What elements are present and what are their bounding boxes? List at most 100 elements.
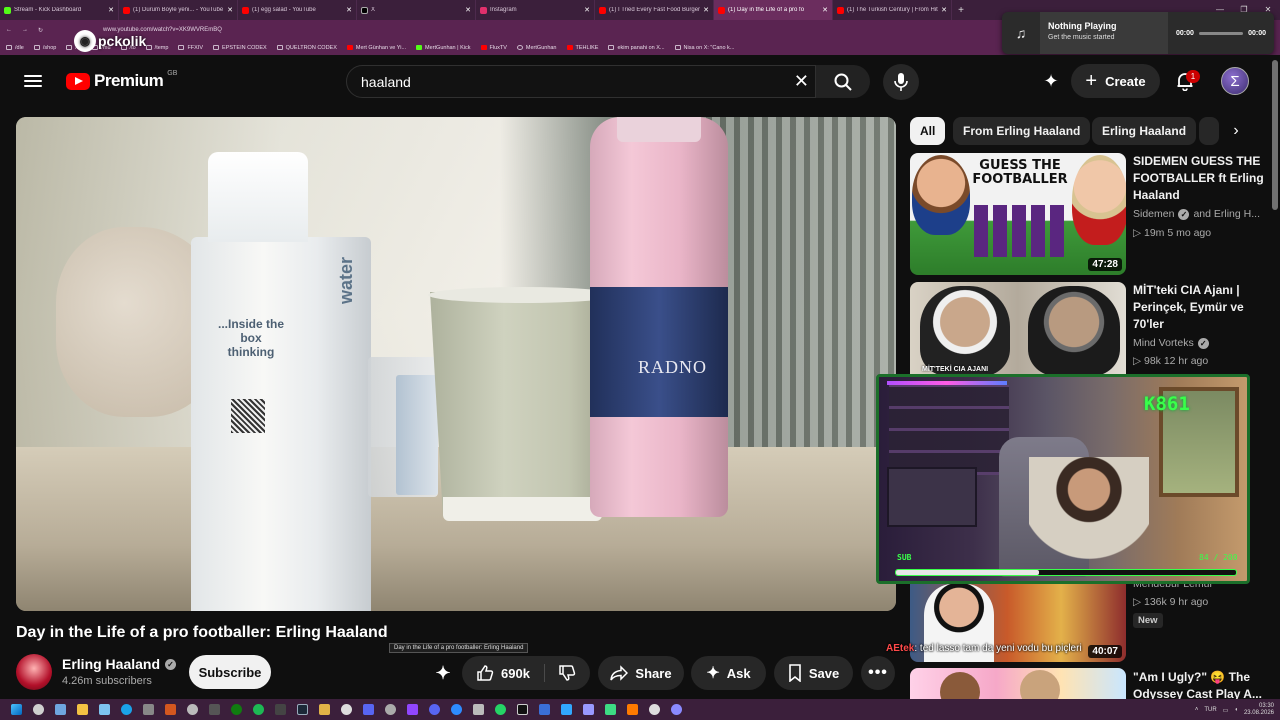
ask-sparkle-button[interactable]: ✦ xyxy=(1036,66,1066,96)
share-button[interactable]: Share xyxy=(598,656,684,690)
spotify-icon[interactable] xyxy=(253,704,264,715)
app-icon[interactable] xyxy=(473,704,484,715)
video-thumbnail[interactable]: GUESS THE FOOTBALLER 47:28 xyxy=(910,153,1126,275)
browser-tab[interactable]: (1) The Turkish Century | From Hit ✕ xyxy=(833,0,952,20)
like-button[interactable]: 690k xyxy=(476,664,545,682)
app-icon[interactable] xyxy=(517,704,528,715)
app-icon[interactable] xyxy=(627,704,638,715)
app-icon[interactable] xyxy=(429,704,440,715)
browser-tab[interactable]: X ✕ xyxy=(357,0,476,20)
chip-partial[interactable] xyxy=(1199,117,1219,145)
close-tab-icon[interactable]: ✕ xyxy=(941,6,947,14)
chip-all[interactable]: All xyxy=(910,117,946,145)
channel-name[interactable]: Erling Haaland ✓ xyxy=(62,656,177,672)
bookmark-item[interactable]: FluxTV xyxy=(480,45,507,51)
youtube-premium-logo[interactable]: Premium GB xyxy=(66,70,177,91)
chips-next-icon[interactable]: › xyxy=(1222,117,1250,145)
app-icon[interactable] xyxy=(341,704,352,715)
close-tab-icon[interactable]: ✕ xyxy=(465,6,471,14)
bookmark-item[interactable]: MertGunhan xyxy=(516,45,557,51)
premiere-icon[interactable] xyxy=(583,704,594,715)
close-tab-icon[interactable]: ✕ xyxy=(822,6,828,14)
suggested-video[interactable]: "Am I Ugly?" 😝 The Odyssey Cast Play A..… xyxy=(910,668,1270,699)
browser-tab[interactable]: (1) I Tried Every Fast Food Burger i ✕ xyxy=(595,0,714,20)
clear-search-icon[interactable]: ✕ xyxy=(794,72,809,90)
bookmark-item[interactable]: Mert Günhan ve Yi... xyxy=(346,45,406,51)
app-icon[interactable] xyxy=(649,704,660,715)
notepad-icon[interactable] xyxy=(99,704,110,715)
account-avatar[interactable]: Σ xyxy=(1221,67,1249,95)
video-thumbnail[interactable]: MİT'TEKİ CIA AJANI xyxy=(910,282,1126,376)
chip-from-channel[interactable]: From Erling Haaland xyxy=(953,117,1091,145)
suggested-channel[interactable]: Mind Vorteks ✓ xyxy=(1133,337,1209,349)
start-icon[interactable] xyxy=(11,704,22,715)
app-icon[interactable] xyxy=(363,704,374,715)
bookmark-item[interactable]: TEHLIKE xyxy=(566,45,598,51)
app-icon[interactable] xyxy=(605,704,616,715)
photoshop-icon[interactable] xyxy=(561,704,572,715)
app-icon[interactable] xyxy=(539,704,550,715)
create-button[interactable]: + Create xyxy=(1071,64,1160,98)
clock[interactable]: 03:30 23.08.2026 xyxy=(1244,703,1274,717)
close-tab-icon[interactable]: ✕ xyxy=(703,6,709,14)
browser-tab-active[interactable]: (1) Day in the Life of a pro fo ✕ xyxy=(714,0,833,20)
network-icon[interactable]: ▭ xyxy=(1223,707,1229,714)
media-progress-bar[interactable] xyxy=(1199,31,1243,35)
bookmark-item[interactable]: /shop xyxy=(33,45,56,51)
suggested-channel[interactable]: Sidemen ✓ and Erling H... xyxy=(1133,208,1260,220)
app-icon[interactable] xyxy=(451,704,462,715)
browser-tab[interactable]: Stream - Kick Dashboard ✕ xyxy=(0,0,119,20)
browser-icon[interactable] xyxy=(121,704,132,715)
channel-avatar[interactable] xyxy=(16,654,52,690)
search-input[interactable]: haaland ✕ xyxy=(346,65,816,98)
xbox-icon[interactable] xyxy=(231,704,242,715)
steam-icon[interactable] xyxy=(297,704,308,715)
close-tab-icon[interactable]: ✕ xyxy=(346,6,352,14)
bookmark-item[interactable]: QUELTRON CODEX xyxy=(276,45,337,51)
folder-icon[interactable] xyxy=(77,704,88,715)
back-icon[interactable]: ← xyxy=(6,27,12,33)
browser-tab[interactable]: Instagram ✕ xyxy=(476,0,595,20)
hamburger-menu-icon[interactable] xyxy=(24,72,42,90)
bookmark-item[interactable]: FFXIV xyxy=(178,45,203,51)
ask-button[interactable]: ✦ Ask xyxy=(691,656,766,690)
close-tab-icon[interactable]: ✕ xyxy=(108,6,114,14)
app-icon[interactable] xyxy=(319,704,330,715)
chevron-up-icon[interactable]: ˄ xyxy=(1195,707,1199,713)
save-button[interactable]: Save xyxy=(774,656,853,690)
app-icon[interactable] xyxy=(209,704,220,715)
reload-icon[interactable]: ↻ xyxy=(38,27,43,34)
bookmark-item[interactable]: Nisa on X: "Cano k... xyxy=(674,45,734,51)
task-view-icon[interactable] xyxy=(55,704,66,715)
video-player[interactable]: ...Inside the box thinking water RADNO xyxy=(16,117,896,611)
page-scrollbar[interactable] xyxy=(1272,60,1278,210)
bookmark-item[interactable]: /dle xyxy=(6,45,24,51)
suggested-video[interactable]: MİT'TEKİ CIA AJANI MİT'teki CIA Ajanı | … xyxy=(910,282,1270,378)
bookmark-item[interactable]: EPSTEIN CODEX xyxy=(213,45,267,51)
bookmark-item[interactable]: MertGunhan | Kick xyxy=(416,45,471,51)
app-icon[interactable] xyxy=(187,704,198,715)
app-icon[interactable] xyxy=(495,704,506,715)
browser-tab[interactable]: (1) egg salad - YouTube ✕ xyxy=(238,0,357,20)
bookmark-item[interactable]: /temp xyxy=(145,45,168,51)
app-icon[interactable] xyxy=(165,704,176,715)
app-icon[interactable] xyxy=(143,704,154,715)
bookmark-item[interactable]: ekim panahi on X... xyxy=(608,45,665,51)
dislike-button[interactable] xyxy=(552,664,576,682)
suggested-video[interactable]: GUESS THE FOOTBALLER 47:28 SIDEMEN GUESS… xyxy=(910,153,1270,275)
video-thumbnail[interactable] xyxy=(910,668,1126,699)
language-indicator[interactable]: TUR xyxy=(1204,707,1216,713)
app-icon[interactable] xyxy=(385,704,396,715)
browser-tab[interactable]: (1) Durum Boyle yeni... - YouTube ✕ xyxy=(119,0,238,20)
app-icon[interactable] xyxy=(671,704,682,715)
search-button[interactable] xyxy=(816,65,870,98)
ask-ai-icon-button[interactable]: ✦ xyxy=(427,656,459,690)
voice-search-button[interactable] xyxy=(883,64,919,100)
subscribe-button[interactable]: Subscribe xyxy=(189,655,271,689)
search-taskbar-icon[interactable] xyxy=(33,704,44,715)
forward-icon[interactable]: → xyxy=(22,27,28,33)
close-tab-icon[interactable]: ✕ xyxy=(227,6,233,14)
volume-icon[interactable]: ◖ xyxy=(1234,707,1238,713)
app-icon[interactable] xyxy=(275,704,286,715)
more-actions-button[interactable]: ••• xyxy=(861,656,895,690)
